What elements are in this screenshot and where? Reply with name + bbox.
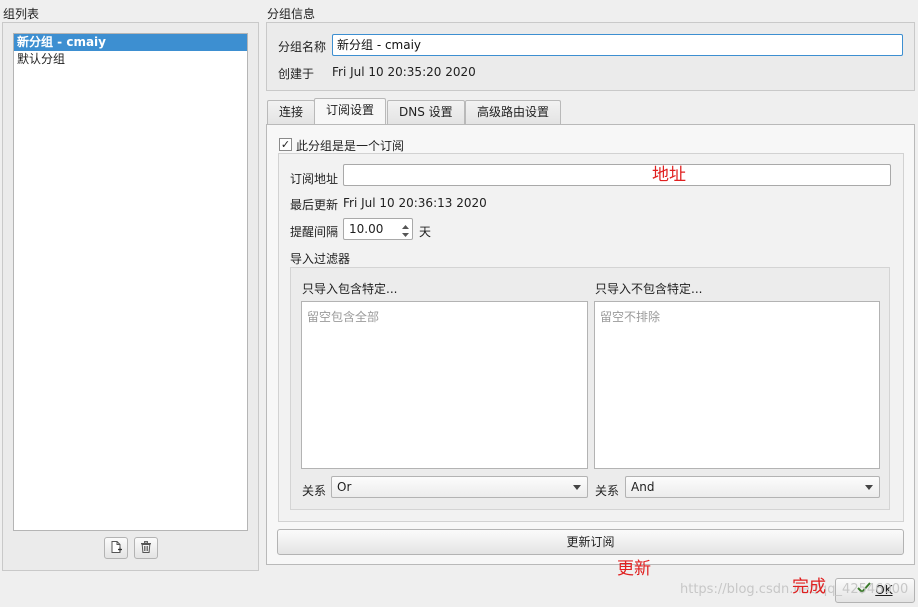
tab-subscription[interactable]: 订阅设置 (314, 98, 387, 126)
delete-group-button[interactable] (134, 537, 158, 559)
add-group-button[interactable] (104, 537, 128, 559)
created-value: Fri Jul 10 20:35:20 2020 (332, 65, 476, 79)
include-relation-select[interactable]: Or (331, 476, 588, 498)
subscription-checkbox[interactable]: ✓ (279, 138, 292, 151)
created-label: 创建于 (278, 67, 315, 81)
subscription-url-label: 订阅地址 (290, 172, 339, 186)
last-update-value: Fri Jul 10 20:36:13 2020 (343, 196, 487, 210)
spin-down-icon[interactable] (401, 229, 410, 243)
include-placeholder: 留空包含全部 (307, 310, 380, 324)
add-document-icon (109, 540, 123, 557)
group-list[interactable]: 新分组 - cmaiy 默认分组 (13, 33, 248, 531)
tab-connection[interactable]: 连接 (267, 100, 316, 125)
subscription-url-input[interactable] (343, 164, 891, 186)
group-list-item-default[interactable]: 默认分组 (14, 51, 247, 68)
tab-advanced-routing[interactable]: 高级路由设置 (465, 100, 562, 125)
filter-title: 导入过滤器 (290, 252, 351, 266)
include-label: 只导入包含特定... (302, 282, 398, 296)
include-textarea[interactable]: 留空包含全部 (301, 301, 588, 469)
exclude-relation-select[interactable]: And (625, 476, 880, 498)
interval-label: 提醒间隔 (290, 225, 339, 239)
include-relation-label: 关系 (302, 484, 327, 498)
exclude-relation-value: And (631, 480, 655, 494)
exclude-label: 只导入不包含特定... (595, 282, 703, 296)
tab-dns[interactable]: DNS 设置 (387, 100, 465, 125)
group-info-frame (266, 22, 915, 91)
group-list-item-cmaiy[interactable]: 新分组 - cmaiy (14, 34, 247, 51)
last-update-label: 最后更新 (290, 198, 339, 212)
interval-unit: 天 (419, 225, 432, 239)
trash-icon (139, 540, 153, 557)
annotation-done: 完成 (792, 577, 826, 597)
annotation-address: 地址 (652, 165, 686, 185)
group-info-title: 分组信息 (267, 7, 316, 21)
group-name-input[interactable]: 新分组 - cmaiy (332, 34, 903, 56)
interval-spinbox[interactable]: 10.00 (343, 218, 413, 240)
annotation-update: 更新 (617, 559, 651, 579)
chevron-down-icon (865, 485, 873, 490)
group-list-title: 组列表 (3, 7, 40, 21)
exclude-textarea[interactable]: 留空不排除 (594, 301, 880, 469)
check-icon: ✓ (280, 138, 291, 151)
update-subscription-button[interactable]: 更新订阅 (277, 529, 904, 555)
exclude-relation-label: 关系 (595, 484, 620, 498)
subscription-checkbox-label: 此分组是是一个订阅 (296, 139, 405, 153)
interval-value: 10.00 (349, 222, 384, 236)
group-name-label: 分组名称 (278, 40, 327, 54)
chevron-down-icon (573, 485, 581, 490)
exclude-placeholder: 留空不排除 (600, 310, 661, 324)
include-relation-value: Or (337, 480, 352, 494)
